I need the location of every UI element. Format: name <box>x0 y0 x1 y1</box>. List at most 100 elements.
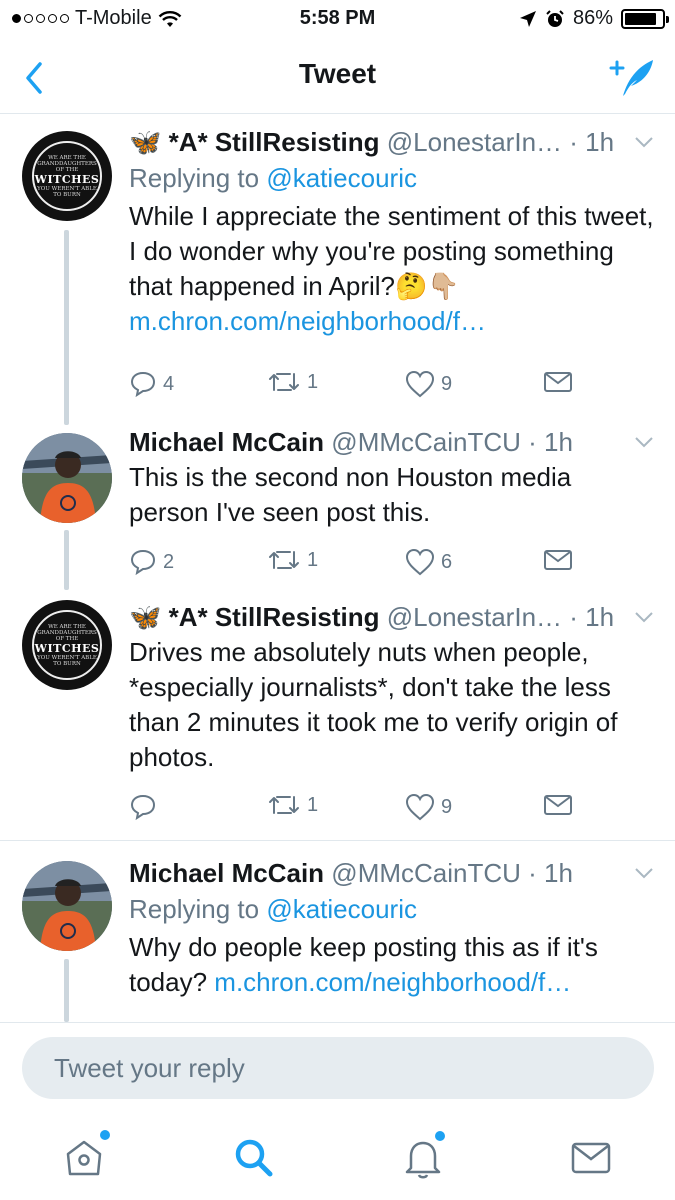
author-name[interactable]: 🦋 *A* StillResisting <box>129 602 380 632</box>
avatar-text: TO BURN <box>53 191 81 198</box>
tweet-link[interactable]: m.chron.com/neighborhood/f… <box>129 306 486 336</box>
tweet-time: · 1h <box>528 427 573 457</box>
home-badge <box>100 1130 110 1140</box>
like-count: 9 <box>441 795 453 818</box>
avatar[interactable]: WE ARE THE GRANDDAUGHTERS OF THE WITCHES… <box>22 600 112 690</box>
retweet-icon <box>269 373 299 391</box>
thread-line <box>64 530 69 590</box>
tweet-text: Drives me absolutely nuts when people, *… <box>129 637 618 772</box>
profile-photo <box>22 861 112 951</box>
author-handle[interactable]: @MMcCainTCU <box>331 427 521 457</box>
avatar[interactable]: WE ARE THE GRANDDAUGHTERS OF THE WITCHES… <box>22 131 112 221</box>
page-title: Tweet <box>298 58 377 89</box>
reply-button[interactable] <box>129 793 163 821</box>
retweet-button[interactable]: 1 <box>267 370 318 394</box>
direct-message-button[interactable] <box>543 548 573 572</box>
tweet[interactable]: WE ARE THE GRANDDAUGHTERS OF THE WITCHES… <box>0 590 675 840</box>
replying-to: Replying to @katiecouric <box>129 890 655 928</box>
tweet-time: · 1h <box>569 127 615 157</box>
heart-icon <box>405 370 435 398</box>
retweet-button[interactable]: 1 <box>267 793 318 817</box>
tweet-text: While I appreciate the sentiment of this… <box>129 199 655 339</box>
battery-percent: 86% <box>572 7 613 29</box>
notifications-icon <box>405 1141 441 1179</box>
like-button[interactable]: 9 <box>405 370 452 398</box>
tweet-link[interactable]: m.chron.com/neighborhood/f… <box>214 967 571 997</box>
tweet[interactable]: WE ARE THE GRANDDAUGHTERS OF THE WITCHES… <box>0 115 675 425</box>
tweet-time: · 1h <box>528 858 573 888</box>
replying-prefix: Replying to <box>129 163 267 193</box>
tab-notifications[interactable] <box>393 1128 453 1188</box>
reply-count: 2 <box>163 550 175 573</box>
retweet-icon <box>269 796 299 814</box>
chevron-down-icon[interactable] <box>633 606 655 628</box>
author-name[interactable]: 🦋 *A* StillResisting <box>129 127 380 157</box>
tweet-header: Michael McCain @MMcCainTCU · 1h <box>129 425 655 459</box>
replying-prefix: Replying to <box>129 894 267 924</box>
tweet-text: Why do people keep posting this as if it… <box>129 930 655 1000</box>
reply-bar: Tweet your reply <box>0 1022 675 1116</box>
home-icon <box>66 1140 102 1176</box>
nav-bar: Tweet <box>0 38 675 114</box>
chevron-down-icon[interactable] <box>633 862 655 884</box>
search-icon <box>235 1139 273 1177</box>
retweet-icon <box>269 551 299 569</box>
thread-line <box>64 959 69 1022</box>
author-name[interactable]: Michael McCain <box>129 858 324 888</box>
notifications-badge <box>435 1131 445 1141</box>
profile-photo <box>22 433 112 523</box>
chevron-down-icon[interactable] <box>633 431 655 453</box>
status-right: 86% <box>519 7 669 30</box>
author-name[interactable]: Michael McCain <box>129 427 324 457</box>
tweet-actions: 2 1 6 <box>129 548 599 580</box>
tweet-actions: 1 9 <box>129 793 599 825</box>
direct-message-button[interactable] <box>543 793 573 817</box>
reply-input[interactable]: Tweet your reply <box>22 1037 654 1099</box>
heart-icon <box>405 793 435 821</box>
direct-message-button[interactable] <box>543 370 573 394</box>
tweet-header: 🦋 *A* StillResisting @LonestarIn… · 1h <box>129 600 655 634</box>
reply-button[interactable]: 4 <box>129 370 174 398</box>
reply-icon <box>130 371 156 398</box>
author-handle[interactable]: @MMcCainTCU <box>331 858 521 888</box>
avatar-text: TO BURN <box>53 660 81 667</box>
tweet-body: While I appreciate the sentiment of this… <box>129 201 654 301</box>
envelope-icon <box>544 372 572 392</box>
compose-tweet-icon[interactable] <box>609 52 657 100</box>
avatar-text: WITCHES <box>34 641 100 655</box>
chevron-down-icon[interactable] <box>633 131 655 153</box>
retweet-count: 1 <box>307 370 319 393</box>
reply-count: 4 <box>163 372 175 395</box>
like-button[interactable]: 6 <box>405 548 452 576</box>
avatar[interactable] <box>22 433 112 523</box>
tweet-header: Michael McCain @MMcCainTCU · 1h <box>129 856 655 890</box>
tweet-header: 🦋 *A* StillResisting @LonestarIn… · 1h <box>129 125 655 159</box>
like-button[interactable]: 9 <box>405 793 452 821</box>
author-handle[interactable]: @LonestarIn… <box>387 602 562 632</box>
replying-to: Replying to @katiecouric <box>129 159 655 197</box>
tab-search[interactable] <box>224 1128 284 1188</box>
tab-home[interactable] <box>54 1128 114 1188</box>
status-bar: T-Mobile 5:58 PM 86% <box>0 0 675 38</box>
tweet-text: This is the second non Houston media per… <box>129 462 572 527</box>
tab-bar <box>0 1116 675 1200</box>
tweet[interactable]: Michael McCain @MMcCainTCU · 1h Replying… <box>0 841 675 1022</box>
envelope-icon <box>544 795 572 815</box>
heart-icon <box>405 548 435 576</box>
location-arrow-icon <box>519 10 536 27</box>
tweet-actions: 4 1 9 <box>129 370 599 402</box>
mention-link[interactable]: @katiecouric <box>266 163 417 193</box>
avatar[interactable] <box>22 861 112 951</box>
reply-button[interactable]: 2 <box>129 548 174 576</box>
reply-icon <box>130 549 156 576</box>
author-handle[interactable]: @LonestarIn… <box>387 127 562 157</box>
mention-link[interactable]: @katiecouric <box>266 894 417 924</box>
retweet-count: 1 <box>307 548 319 571</box>
alarm-icon <box>546 9 564 27</box>
retweet-button[interactable]: 1 <box>267 548 318 572</box>
retweet-count: 1 <box>307 793 319 816</box>
tab-messages[interactable] <box>561 1128 621 1188</box>
avatar-text: WITCHES <box>34 172 100 186</box>
tweet[interactable]: Michael McCain @MMcCainTCU · 1h This is … <box>0 425 675 590</box>
messages-icon <box>571 1142 611 1174</box>
